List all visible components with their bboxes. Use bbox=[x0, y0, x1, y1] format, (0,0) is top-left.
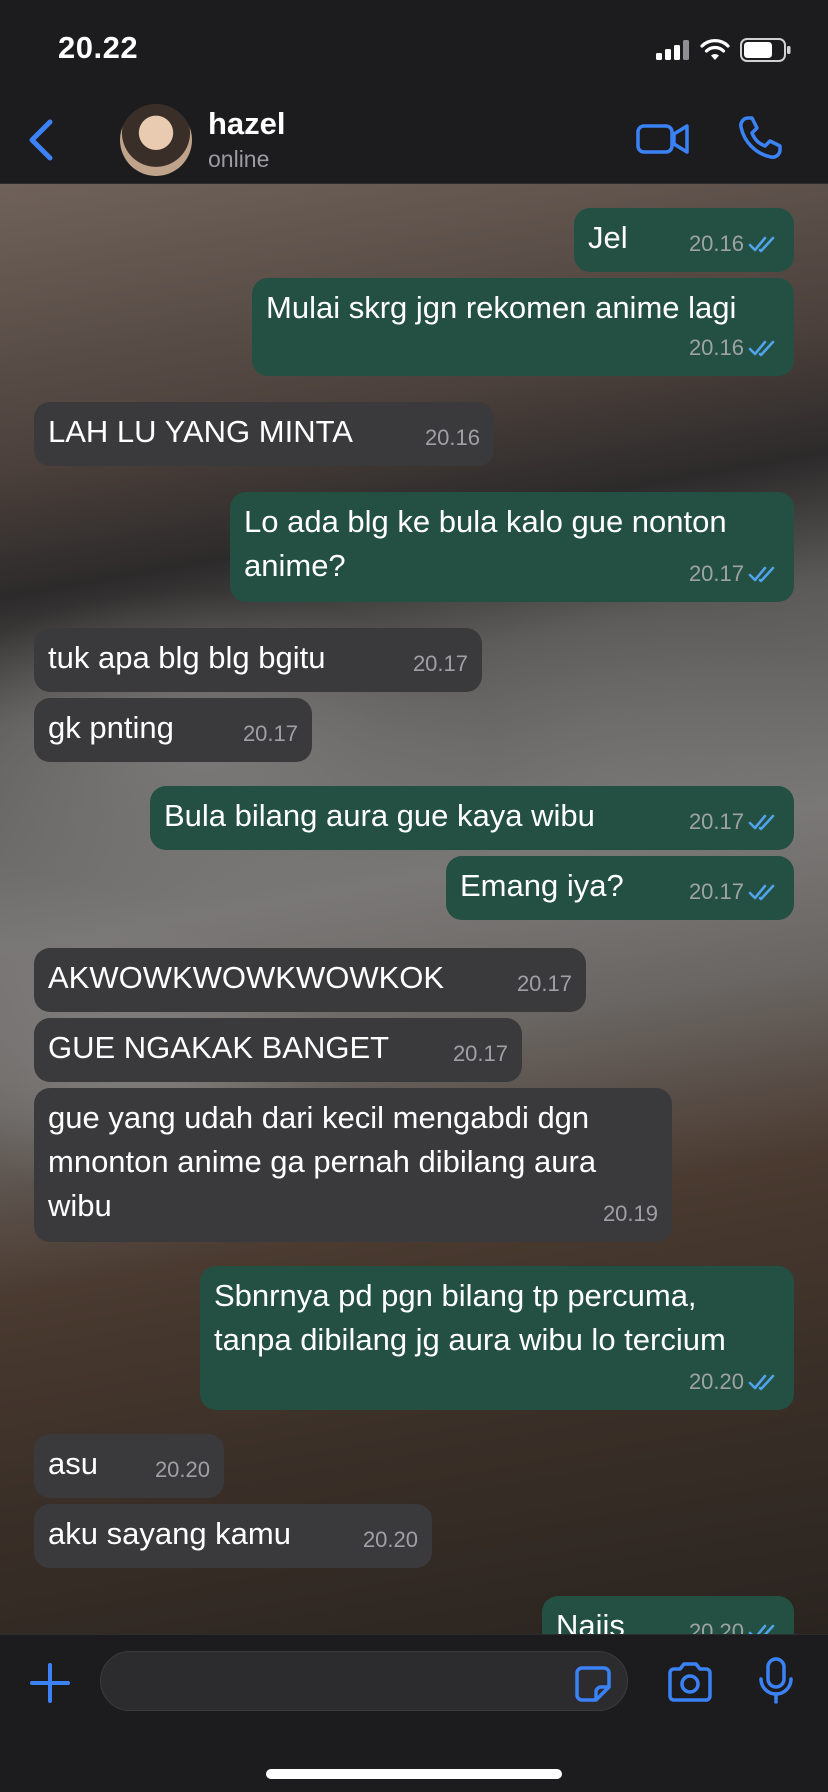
incoming-message-bubble[interactable]: LAH LU YANG MINTA 20.16 bbox=[34, 402, 494, 466]
message-meta: 20.19 bbox=[603, 1192, 658, 1236]
message-meta: 20.17 bbox=[689, 870, 780, 914]
status-icons bbox=[656, 38, 792, 62]
status-time: 20.22 bbox=[58, 30, 139, 65]
outgoing-message-bubble[interactable]: Emang iya? 20.17 bbox=[446, 856, 794, 920]
message-text: gue yang udah dari kecil mengabdi dgn mn… bbox=[48, 1100, 597, 1223]
message-text: Sbnrnya pd pgn bilang tp percuma, tanpa … bbox=[214, 1278, 726, 1357]
message-time: 20.20 bbox=[362, 1527, 418, 1552]
message-meta: 20.17 bbox=[413, 642, 468, 686]
message-meta: 20.17 bbox=[517, 962, 572, 1006]
message-time: 20.17 bbox=[412, 651, 468, 676]
outgoing-message-bubble[interactable]: Mulai skrg jgn rekomen anime lagi 20.16 bbox=[252, 278, 794, 376]
message-time: 20.16 bbox=[424, 425, 480, 450]
outgoing-message-bubble[interactable]: Lo ada blg ke bula kalo gue nonton anime… bbox=[230, 492, 794, 602]
microphone-icon[interactable] bbox=[758, 1657, 794, 1705]
message-text: GUE NGAKAK BANGET bbox=[48, 1030, 390, 1065]
message-time: 20.17 bbox=[516, 971, 572, 996]
battery-icon bbox=[740, 38, 791, 62]
message-text: Mulai skrg jgn rekomen anime lagi bbox=[266, 290, 737, 325]
message-meta: 20.20 bbox=[363, 1518, 418, 1562]
camera-icon[interactable] bbox=[666, 1661, 714, 1703]
incoming-message-bubble[interactable]: AKWOWKWOWKWOWKOK 20.17 bbox=[34, 948, 586, 1012]
back-button[interactable] bbox=[22, 116, 62, 164]
message-time: 20.16 bbox=[688, 335, 744, 360]
message-time: 20.20 bbox=[154, 1457, 210, 1482]
signal-icon bbox=[656, 40, 689, 60]
message-text: LAH LU YANG MINTA bbox=[48, 414, 353, 449]
read-receipt-icon bbox=[748, 236, 775, 253]
message-meta: 20.17 bbox=[689, 800, 780, 844]
wifi-icon bbox=[700, 39, 730, 60]
read-receipt-icon bbox=[748, 1624, 775, 1634]
avatar[interactable] bbox=[120, 104, 192, 176]
message-time: 20.20 bbox=[688, 1619, 744, 1634]
home-indicator bbox=[266, 1769, 562, 1779]
message-text: tuk apa blg blg bgitu bbox=[48, 640, 326, 675]
incoming-message-bubble[interactable]: tuk apa blg blg bgitu 20.17 bbox=[34, 628, 482, 692]
phone-icon[interactable] bbox=[736, 114, 784, 162]
outgoing-message-bubble[interactable]: Jel 20.16 bbox=[574, 208, 794, 272]
incoming-message-bubble[interactable]: GUE NGAKAK BANGET 20.17 bbox=[34, 1018, 522, 1082]
message-meta: 20.20 bbox=[689, 1610, 780, 1634]
read-receipt-icon bbox=[748, 814, 775, 831]
incoming-message-bubble[interactable]: asu 20.20 bbox=[34, 1434, 224, 1498]
incoming-message-bubble[interactable]: gk pnting 20.17 bbox=[34, 698, 312, 762]
message-time: 20.17 bbox=[452, 1041, 508, 1066]
message-time: 20.17 bbox=[688, 561, 744, 586]
message-time: 20.20 bbox=[688, 1369, 744, 1394]
read-receipt-icon bbox=[748, 340, 775, 357]
message-time: 20.19 bbox=[602, 1201, 658, 1226]
message-time: 20.17 bbox=[242, 721, 298, 746]
status-bar: 20.22 bbox=[0, 0, 828, 96]
plus-icon[interactable] bbox=[28, 1661, 72, 1705]
read-receipt-icon bbox=[748, 1374, 775, 1391]
outgoing-message-bubble[interactable]: Najis 20.20 bbox=[542, 1596, 794, 1634]
contact-name[interactable]: hazel bbox=[208, 106, 286, 142]
outgoing-message-bubble[interactable]: Bula bilang aura gue kaya wibu 20.17 bbox=[150, 786, 794, 850]
incoming-message-bubble[interactable]: gue yang udah dari kecil mengabdi dgn mn… bbox=[34, 1088, 672, 1242]
message-text: AKWOWKWOWKWOWKOK bbox=[48, 960, 445, 995]
sticker-icon[interactable] bbox=[574, 1665, 612, 1703]
message-meta: 20.16 bbox=[689, 326, 780, 370]
message-meta: 20.20 bbox=[689, 1360, 780, 1404]
message-meta: 20.16 bbox=[425, 416, 480, 460]
message-meta: 20.17 bbox=[243, 712, 298, 756]
message-meta: 20.16 bbox=[689, 222, 780, 266]
chat-header: hazel online bbox=[0, 96, 828, 184]
input-bar bbox=[0, 1634, 828, 1792]
read-receipt-icon bbox=[748, 566, 775, 583]
message-time: 20.16 bbox=[688, 231, 744, 256]
contact-status: online bbox=[208, 146, 270, 172]
message-time: 20.17 bbox=[688, 879, 744, 904]
video-call-icon[interactable] bbox=[636, 118, 690, 160]
outgoing-message-bubble[interactable]: Sbnrnya pd pgn bilang tp percuma, tanpa … bbox=[200, 1266, 794, 1410]
message-meta: 20.17 bbox=[453, 1032, 508, 1076]
message-meta: 20.17 bbox=[689, 552, 780, 596]
incoming-message-bubble[interactable]: aku sayang kamu 20.20 bbox=[34, 1504, 432, 1568]
read-receipt-icon bbox=[748, 884, 775, 901]
message-input[interactable] bbox=[100, 1651, 628, 1711]
chat-area[interactable]: Jel 20.16 Mulai skrg jgn rekomen anime lag… bbox=[0, 184, 828, 1634]
message-text: Bula bilang aura gue kaya wibu bbox=[164, 798, 595, 833]
message-meta: 20.20 bbox=[155, 1448, 210, 1492]
message-time: 20.17 bbox=[688, 809, 744, 834]
